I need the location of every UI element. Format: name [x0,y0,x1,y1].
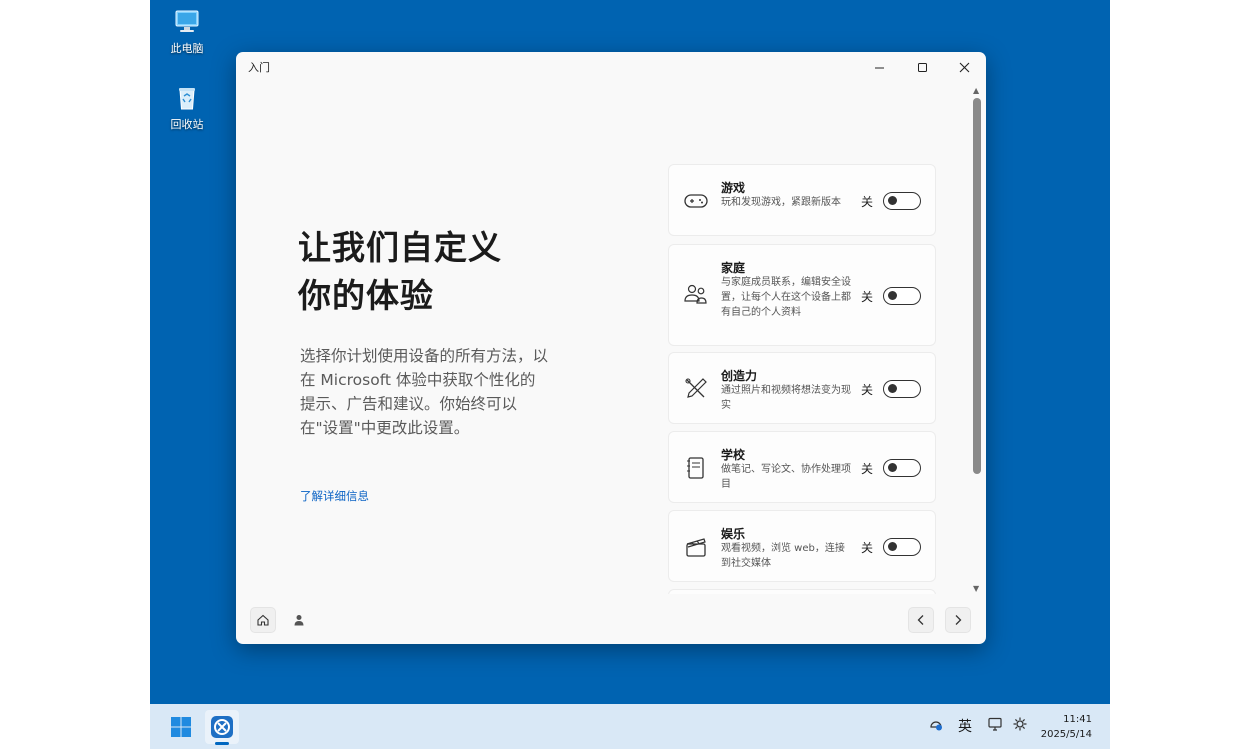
option-title: 创造力 [721,369,758,383]
option-card-school[interactable]: 学校 做笔记、写论文、协作处理项目 关 [668,431,936,503]
computer-icon [175,10,199,32]
option-description: 玩和发现游戏，紧跟新版本 [721,197,841,208]
toggle-state-label: 关 [861,541,874,555]
network-button[interactable] [928,716,944,736]
window-title: 入门 [248,61,270,74]
setup-window: 入门 让我们自定义 你的体验 选择你计划使用设备的所有方法，以在 Microso… [236,52,986,644]
title-bar[interactable]: 入门 [236,52,986,82]
toggle-knob [888,542,897,551]
option-description: 与家庭成员联系，编辑安全设置，让每个人在这个设备上都有自己的个人资料 [721,277,851,318]
toggle-state-label: 关 [861,383,874,397]
display-button[interactable] [987,716,1003,736]
toggle-knob [888,291,897,300]
gamepad-icon [684,194,708,208]
hero-heading: 让我们自定义 你的体验 [298,224,558,320]
option-card-entertainment[interactable]: 娱乐 观看视频，浏览 web，连接到社交媒体 关 [668,510,936,582]
person-icon [294,615,304,626]
desktop-icon-this-pc[interactable]: 此电脑 [152,8,222,56]
desktop-icon-recycle-bin[interactable]: 回收站 [152,84,222,132]
toggle-state-label: 关 [861,195,874,209]
toggle-state-label: 关 [861,290,874,304]
scroll-up-icon[interactable]: ▲ [973,86,979,95]
desktop-icon-label: 此电脑 [170,42,204,55]
toggle-knob [888,196,897,205]
chevron-left-icon [917,615,924,625]
option-card-creativity[interactable]: 创造力 通过照片和视频将想法变为现实 关 [668,352,936,424]
toggle-knob [888,384,897,393]
option-title: 娱乐 [721,527,746,541]
gaming-toggle[interactable] [883,192,921,210]
setup-app-button[interactable] [205,710,239,744]
start-button[interactable] [164,710,198,744]
desktop: 此电脑 回收站 入门 让我们自定义 你的体验 选择你计划使用设备的所有方法，以在… [150,0,1110,749]
family-icon [684,284,707,304]
active-app-indicator [215,742,229,745]
next-button[interactable] [945,607,971,633]
scroll-down-icon[interactable]: ▼ [973,584,979,593]
page-description: 选择你计划使用设备的所有方法，以在 Microsoft 体验中获取个性化的提示、… [300,347,549,437]
option-card-gaming[interactable]: 游戏 玩和发现游戏，紧跟新版本 关 [668,164,936,236]
system-settings-button[interactable] [1012,716,1028,736]
option-title: 家庭 [721,261,746,275]
close-icon [959,62,969,72]
family-toggle[interactable] [883,287,921,305]
close-button[interactable] [942,52,986,82]
notebook-icon [687,457,704,479]
option-description: 通过照片和视频将想法变为现实 [721,385,851,411]
creativity-toggle[interactable] [883,380,921,398]
option-card-family[interactable]: 家庭 与家庭成员联系，编辑安全设置，让每个人在这个设备上都有自己的个人资料 关 [668,244,936,346]
maximize-icon [917,62,927,72]
clock-date: 2025/5/14 [1040,729,1092,740]
windows-start-icon [171,717,191,737]
clock[interactable]: 11:41 2025/5/14 [1038,712,1092,742]
option-title: 学校 [721,448,746,462]
maximize-button[interactable] [900,52,944,82]
home-icon [257,614,269,626]
toggle-state-label: 关 [861,462,874,476]
option-description: 观看视频，浏览 web，连接到社交媒体 [721,543,845,569]
page-title-line-1: 让我们自定义 [298,228,502,267]
school-toggle[interactable] [883,459,921,477]
gear-icon [1013,717,1027,731]
learn-more-link[interactable]: 了解详细信息 [300,488,369,504]
taskbar: 英 11:41 2025/5/14 [150,704,1110,749]
option-title: 游戏 [721,181,746,195]
options-list: 游戏 玩和发现游戏，紧跟新版本 关 家庭 与家庭成员联系，编辑安全设置，让每个人… [668,164,938,594]
clock-time: 11:41 [1063,714,1092,725]
ime-indicator[interactable]: 英 [958,716,972,736]
brush-pen-icon [685,378,707,398]
minimize-button[interactable] [857,52,901,82]
toggle-knob [888,463,897,472]
network-icon [930,721,942,731]
chevron-right-icon [955,615,962,625]
scroll-thumb[interactable] [973,98,981,474]
setup-app-icon [211,716,233,738]
minimize-icon [874,67,884,68]
home-button[interactable] [250,607,276,633]
option-description: 做笔记、写论文、协作处理项目 [721,464,851,490]
recycle-bin-icon [179,88,195,110]
back-button[interactable] [908,607,934,633]
desktop-icon-label: 回收站 [170,118,204,131]
scrollbar[interactable]: ▲ ▼ [971,84,983,599]
display-icon [988,717,1002,731]
clapperboard-icon [686,538,706,557]
account-button[interactable] [286,607,312,633]
page-title-line-2: 你的体验 [298,276,434,315]
option-card-partial[interactable] [668,589,936,594]
entertainment-toggle[interactable] [883,538,921,556]
